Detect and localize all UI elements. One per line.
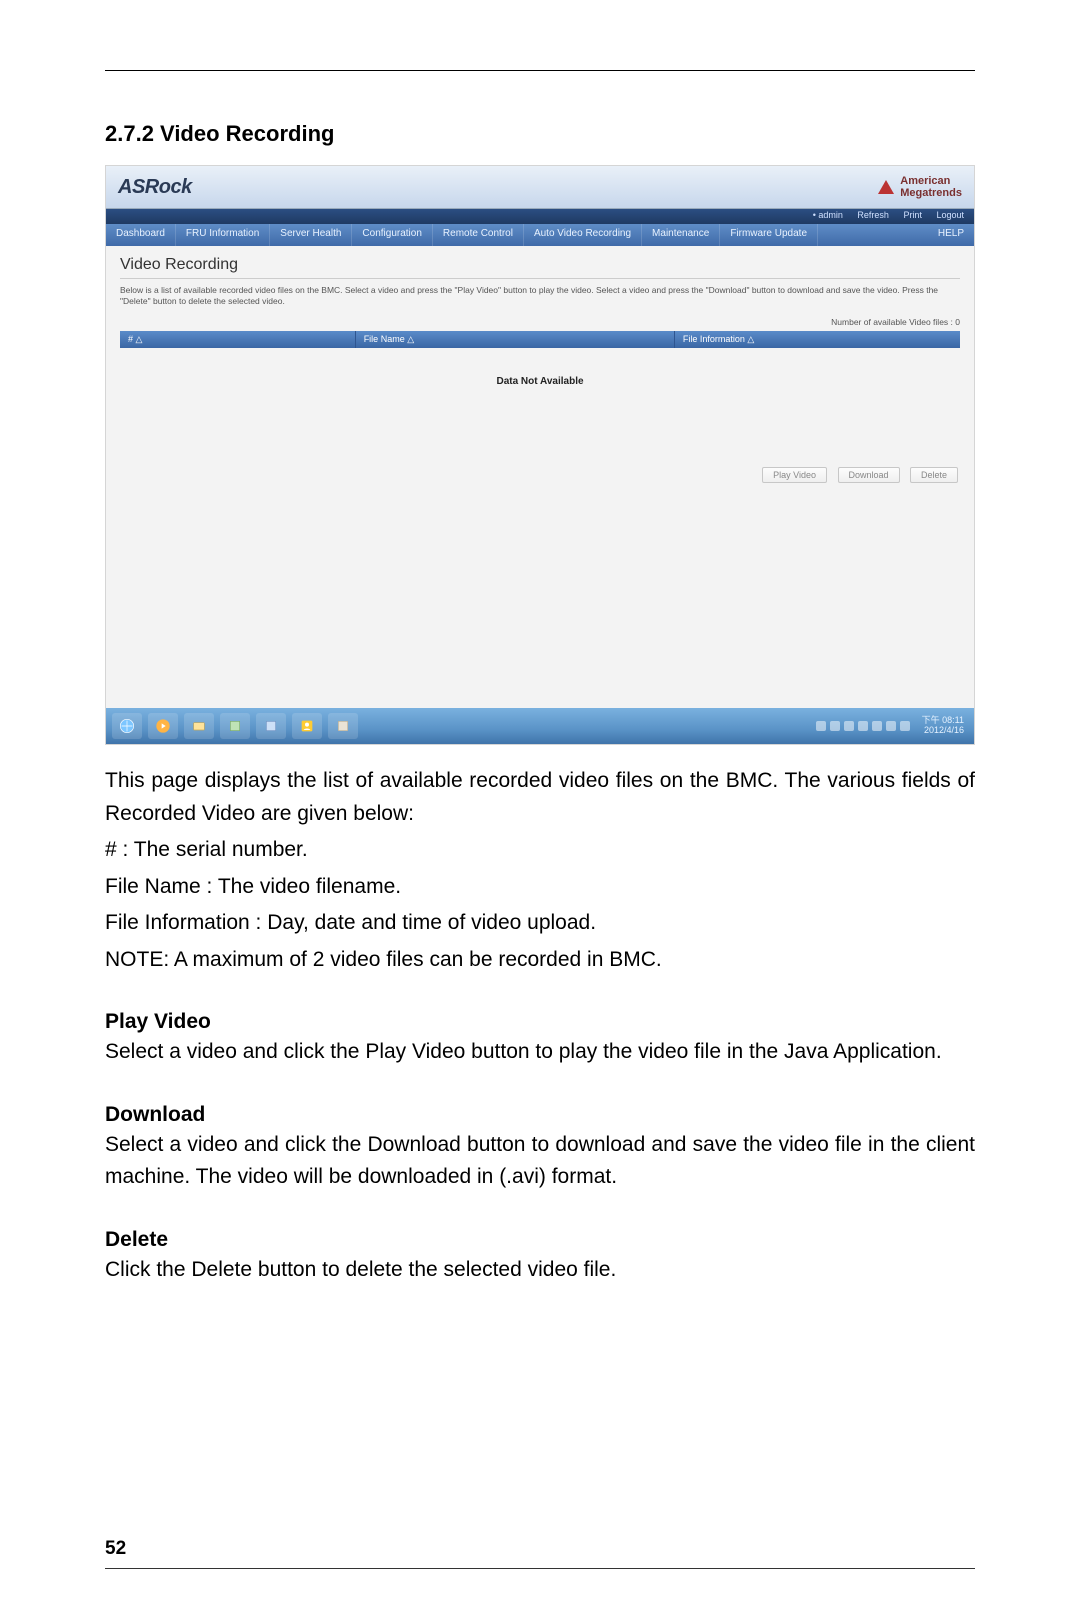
play-video-body: Select a video and click the Play Video …	[105, 1036, 975, 1069]
brand-right-line1: American	[900, 175, 962, 187]
page-number: 52	[105, 1538, 126, 1560]
app-icon	[335, 718, 351, 734]
app-icon	[263, 718, 279, 734]
nav-configuration[interactable]: Configuration	[352, 224, 432, 246]
nav-server-health[interactable]: Server Health	[270, 224, 352, 246]
video-count-label: Number of available Video files : 0	[120, 317, 960, 327]
app-icon	[227, 718, 243, 734]
play-icon	[155, 718, 171, 734]
tray-icons[interactable]	[816, 721, 910, 731]
tray-icon[interactable]	[830, 721, 840, 731]
content-area: Video Recording Below is a list of avail…	[106, 246, 974, 483]
nav-maintenance[interactable]: Maintenance	[642, 224, 720, 246]
no-data-label: Data Not Available	[120, 348, 960, 415]
document-page: 2.7.2 Video Recording ASRock American Me…	[0, 0, 1080, 1619]
table-row: Data Not Available	[120, 348, 960, 415]
taskbar-explorer-icon[interactable]	[184, 713, 214, 739]
taskbar-app-icon-3[interactable]	[292, 713, 322, 739]
col-filename[interactable]: File Name △	[355, 331, 674, 348]
nav-help[interactable]: HELP	[928, 224, 974, 246]
nav-remote-control[interactable]: Remote Control	[433, 224, 524, 246]
section-heading: 2.7.2 Video Recording	[105, 121, 975, 147]
download-body: Select a video and click the Download bu…	[105, 1129, 975, 1194]
user-bar: • admin Refresh Print Logout	[106, 209, 974, 224]
link-print[interactable]: Print	[903, 210, 922, 220]
table-header-row: # △ File Name △ File Information △	[120, 331, 960, 348]
content-divider	[120, 278, 960, 279]
field-fileinfo: File Information : Day, date and time of…	[105, 907, 975, 940]
triangle-icon	[878, 180, 894, 194]
folder-icon	[191, 718, 207, 734]
nav-fru[interactable]: FRU Information	[176, 224, 270, 246]
logo-asrock: ASRock	[118, 176, 192, 199]
brand-right-line2: Megatrends	[900, 187, 962, 199]
download-button[interactable]: Download	[838, 467, 900, 483]
main-nav: Dashboard FRU Information Server Health …	[106, 224, 974, 246]
delete-body: Click the Delete button to delete the se…	[105, 1254, 975, 1287]
nav-auto-video-recording[interactable]: Auto Video Recording	[524, 224, 642, 246]
tray-icon[interactable]	[816, 721, 826, 731]
tray-icon[interactable]	[872, 721, 882, 731]
start-button[interactable]	[112, 713, 142, 739]
tray-icon[interactable]	[844, 721, 854, 731]
content-description: Below is a list of available recorded vi…	[120, 285, 960, 307]
bottom-rule	[105, 1568, 975, 1569]
brand-bar: ASRock American Megatrends	[106, 166, 974, 209]
subhead-delete: Delete	[105, 1228, 975, 1252]
clock[interactable]: 下午 08:11 2012/4/16	[918, 716, 968, 736]
nav-dashboard[interactable]: Dashboard	[106, 224, 176, 246]
subhead-play-video: Play Video	[105, 1010, 975, 1034]
embedded-screenshot: ASRock American Megatrends • admin Refre…	[105, 165, 975, 745]
field-filename: File Name : The video filename.	[105, 871, 975, 904]
field-serial: # : The serial number.	[105, 834, 975, 867]
note-line: NOTE: A maximum of 2 video files can be …	[105, 944, 975, 977]
nav-firmware-update[interactable]: Firmware Update	[720, 224, 818, 246]
user-label: • admin	[813, 210, 843, 220]
taskbar-app-icon-2[interactable]	[256, 713, 286, 739]
intro-paragraph: This page displays the list of available…	[105, 765, 975, 830]
top-rule	[105, 70, 975, 71]
taskbar-app-icon-1[interactable]	[220, 713, 250, 739]
taskbar-media-icon[interactable]	[148, 713, 178, 739]
taskbar-app-icon-4[interactable]	[328, 713, 358, 739]
windows-taskbar: 下午 08:11 2012/4/16	[106, 708, 974, 744]
play-video-button[interactable]: Play Video	[762, 467, 827, 483]
col-fileinfo[interactable]: File Information △	[674, 331, 960, 348]
delete-button[interactable]: Delete	[910, 467, 958, 483]
tray-icon[interactable]	[900, 721, 910, 731]
person-icon	[299, 718, 315, 734]
windows-icon	[119, 718, 135, 734]
tray-icon[interactable]	[858, 721, 868, 731]
col-serial[interactable]: # △	[120, 331, 355, 348]
logo-ami: American Megatrends	[878, 175, 962, 199]
subhead-download: Download	[105, 1103, 975, 1127]
link-logout[interactable]: Logout	[936, 210, 964, 220]
page-footer: 52	[105, 1538, 975, 1569]
button-row: Play Video Download Delete	[120, 465, 958, 483]
link-refresh[interactable]: Refresh	[857, 210, 889, 220]
system-tray: 下午 08:11 2012/4/16	[816, 716, 968, 736]
video-table: # △ File Name △ File Information △ Data …	[120, 331, 960, 415]
tray-icon[interactable]	[886, 721, 896, 731]
clock-date: 2012/4/16	[922, 726, 964, 736]
content-title: Video Recording	[120, 256, 960, 274]
